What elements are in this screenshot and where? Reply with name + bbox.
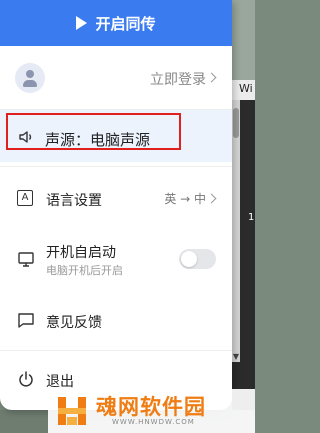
start-interpretation-button[interactable]: 开启同传 — [0, 0, 232, 46]
autostart-label: 开机自启动 — [46, 245, 116, 261]
watermark: 魂网软件园 WWW.HNWDW.COM — [48, 389, 255, 433]
autostart-toggle[interactable] — [179, 249, 216, 269]
language-icon: A — [17, 190, 33, 206]
start-button-label: 开启同传 — [95, 14, 156, 33]
chevron-right-icon — [206, 72, 217, 83]
scroll-down-arrow-icon[interactable]: ▼ — [232, 352, 240, 362]
login-row[interactable]: 立即登录 — [0, 52, 232, 104]
avatar-icon — [15, 63, 45, 93]
exit-label: 退出 — [46, 374, 74, 390]
autostart-sublabel: 电脑开机后开启 — [46, 264, 123, 277]
play-icon — [76, 16, 88, 30]
login-link[interactable]: 立即登录 — [150, 69, 206, 89]
site-logo-icon — [58, 397, 86, 425]
background-number: 1 — [248, 212, 255, 223]
scrollbar[interactable] — [232, 100, 240, 362]
toggle-knob — [181, 251, 197, 267]
watermark-title: 魂网软件园 — [96, 395, 206, 419]
highlight-box — [6, 113, 181, 150]
menu-panel: 开启同传 立即登录 声源：电脑声源 A 语言设置 英 → 中 开机自启动 电脑开… — [0, 0, 232, 410]
watermark-url: WWW.HNWDW.COM — [112, 418, 195, 426]
feedback-label: 意见反馈 — [46, 315, 102, 331]
divider — [0, 350, 232, 351]
language-settings-label: 语言设置 — [46, 193, 102, 209]
scrollbar-thumb[interactable] — [233, 108, 239, 138]
message-icon — [18, 313, 34, 328]
background-window-label: Wi — [239, 82, 253, 95]
monitor-icon — [18, 252, 34, 267]
power-icon — [19, 371, 33, 387]
language-pair-value: 英 → 中 — [164, 192, 206, 206]
